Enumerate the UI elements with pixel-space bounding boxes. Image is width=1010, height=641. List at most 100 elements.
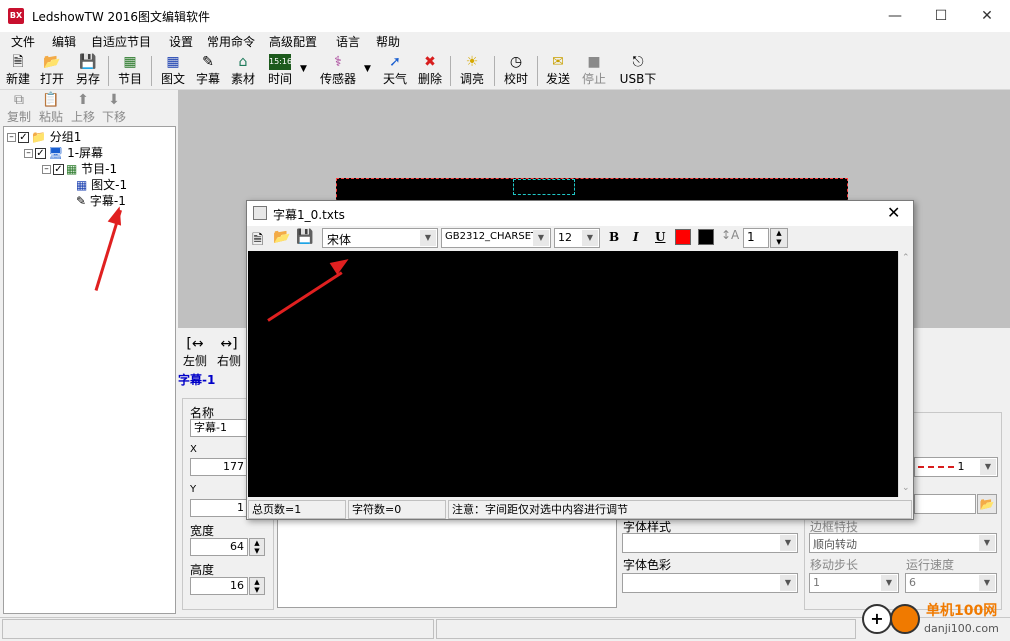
italic-button[interactable]: I xyxy=(633,230,639,244)
tree-node-group[interactable]: – ✓ 📁 分组1 xyxy=(4,129,175,145)
weather-icon: ➚ xyxy=(389,54,401,70)
open-button[interactable]: 📂 打开 xyxy=(38,54,66,88)
saveas-button[interactable]: 💾 另存 xyxy=(74,54,102,88)
letter-spacing-spinner[interactable]: ▲ ▼ xyxy=(770,228,788,248)
sensor-dropdown-arrow-icon[interactable]: ▼ xyxy=(364,64,371,74)
toolbar-separator xyxy=(537,56,538,86)
material-icon: ⌂ xyxy=(238,54,248,70)
stop-button[interactable]: ■ 停止 xyxy=(580,54,608,88)
sensor-button[interactable]: ⚕ 传感器 xyxy=(318,54,358,88)
tree-label-program: 节目-1 xyxy=(81,162,118,176)
run-speed-dropdown[interactable]: 6 ▼ xyxy=(905,573,997,593)
menu-bar xyxy=(0,32,1010,52)
program-button[interactable]: ▦ 节目 xyxy=(116,54,144,88)
collapse-icon[interactable]: – xyxy=(24,149,33,158)
timing-button[interactable]: ◷ 校时 xyxy=(502,54,530,88)
dialog-title: 字幕1_0.txts xyxy=(273,208,345,222)
font-style-dropdown[interactable]: ▼ xyxy=(622,533,798,553)
send-button[interactable]: ✉ 发送 xyxy=(544,54,572,88)
y-field[interactable]: 1 xyxy=(190,499,248,517)
menu-edit[interactable]: 编辑 xyxy=(52,33,76,50)
letter-spacing-input[interactable]: 1 xyxy=(743,228,769,248)
chevron-down-icon: ▼ xyxy=(780,535,796,551)
move-step-dropdown[interactable]: 1 ▼ xyxy=(809,573,899,593)
align-right-button[interactable]: ↔] 右侧 xyxy=(215,336,243,369)
program-icon: ▦ xyxy=(66,162,78,176)
bold-button[interactable]: B xyxy=(609,230,619,244)
width-field[interactable]: 64 xyxy=(190,538,248,556)
maximize-button[interactable]: ☐ xyxy=(918,0,964,32)
checkbox-checked-icon[interactable]: ✓ xyxy=(18,132,29,143)
font-color-label: 字体色彩 xyxy=(623,558,672,572)
charset-select[interactable]: GB2312_CHARSET ▼ xyxy=(441,228,551,248)
collapse-icon[interactable]: – xyxy=(42,165,51,174)
menu-language[interactable]: 语言 xyxy=(336,33,360,50)
font-color-dropdown[interactable]: ▼ xyxy=(622,573,798,593)
subtitle-button[interactable]: ✎ 字幕 xyxy=(194,54,222,88)
border-image-field[interactable] xyxy=(914,494,976,514)
new-file-icon[interactable]: 🗎 xyxy=(252,229,263,253)
weather-button[interactable]: ➚ 天气 xyxy=(381,54,409,88)
time-button[interactable]: 15:16 时间 xyxy=(264,54,296,88)
background-color-swatch[interactable] xyxy=(698,229,714,245)
copy-button[interactable]: ⧉ 复制 xyxy=(5,92,33,124)
minimize-button[interactable]: — xyxy=(872,0,918,32)
paste-button[interactable]: 📋 粘贴 xyxy=(37,92,65,124)
graphic-label: 图文 xyxy=(160,72,185,86)
dialog-close-icon[interactable]: ✕ xyxy=(887,203,900,222)
browse-folder-icon[interactable]: 📂 xyxy=(977,494,997,514)
open-folder-icon[interactable]: 📂 xyxy=(273,229,290,245)
font-size-select[interactable]: 12 ▼ xyxy=(554,228,600,248)
save-icon[interactable]: 💾 xyxy=(296,229,313,245)
menu-help[interactable]: 帮助 xyxy=(376,33,400,50)
close-button[interactable]: ✕ xyxy=(964,0,1010,32)
tree-node-subtitle[interactable]: ✎ 字幕-1 xyxy=(4,193,175,209)
menu-adaptive-program[interactable]: 自适应节目 xyxy=(91,33,151,50)
height-field[interactable]: 16 xyxy=(190,577,248,595)
x-field[interactable]: 177 xyxy=(190,458,248,476)
name-field[interactable]: 字幕-1 xyxy=(190,419,250,437)
toolbar-separator xyxy=(494,56,495,86)
menu-advanced[interactable]: 高级配置 xyxy=(269,33,317,50)
folder-icon: 📁 xyxy=(31,130,46,144)
subtitle-text-editor[interactable] xyxy=(248,251,898,497)
usb-download-button[interactable]: ⎋USB下载 xyxy=(614,54,662,103)
border-effect-dropdown[interactable]: 顺向转动 ▼ xyxy=(809,533,997,553)
move-up-button[interactable]: ⬆ 上移 xyxy=(69,92,97,124)
scroll-down-icon[interactable]: ⌄ xyxy=(902,483,910,493)
font-color-swatch[interactable] xyxy=(675,229,691,245)
time-dropdown-arrow-icon[interactable]: ▼ xyxy=(300,64,307,74)
tree-label-graphic: 图文-1 xyxy=(91,178,128,192)
tree-node-screen[interactable]: – ✓ 🖥 1-屏幕 xyxy=(4,145,175,161)
collapse-icon[interactable]: – xyxy=(7,133,16,142)
subtitle-selection-box[interactable] xyxy=(513,179,575,195)
menu-common-commands[interactable]: 常用命令 xyxy=(207,33,255,50)
new-button[interactable]: 🗎 新建 xyxy=(4,54,32,88)
scroll-up-icon[interactable]: ⌃ xyxy=(902,253,910,263)
border-width-dropdown[interactable]: 1 ▼ xyxy=(914,457,998,477)
editor-vertical-scrollbar[interactable]: ⌃ ⌄ xyxy=(898,251,913,497)
graphic-button[interactable]: ▦ 图文 xyxy=(159,54,187,88)
stop-label: 停止 xyxy=(581,72,606,86)
text-preview-box xyxy=(277,516,617,608)
underline-button[interactable]: U xyxy=(655,230,665,244)
subtitle-icon: ✎ xyxy=(202,54,214,70)
checkbox-checked-icon[interactable]: ✓ xyxy=(53,164,64,175)
tree-node-program[interactable]: – ✓ ▦ 节目-1 xyxy=(4,161,175,177)
move-down-button[interactable]: ⬇ 下移 xyxy=(100,92,128,124)
checkbox-checked-icon[interactable]: ✓ xyxy=(35,148,46,159)
font-family-select[interactable]: 宋体 ▼ xyxy=(322,228,438,248)
usb-icon: ⎋ xyxy=(632,54,644,70)
align-left-button[interactable]: [↔ 左侧 xyxy=(181,336,209,369)
height-spinner[interactable]: ▲ ▼ xyxy=(249,577,265,595)
menu-settings[interactable]: 设置 xyxy=(169,33,193,50)
brightness-button[interactable]: ☀ 调亮 xyxy=(458,54,486,88)
copy-icon: ⧉ xyxy=(14,92,24,108)
menu-file[interactable]: 文件 xyxy=(11,33,35,50)
brightness-label: 调亮 xyxy=(459,72,484,86)
delete-button[interactable]: ✖ 删除 xyxy=(416,54,444,88)
arrow-down-icon: ⬇ xyxy=(108,92,120,108)
tree-node-graphic[interactable]: ▦ 图文-1 xyxy=(4,177,175,193)
material-button[interactable]: ⌂ 素材 xyxy=(229,54,257,88)
width-spinner[interactable]: ▲ ▼ xyxy=(249,538,265,556)
